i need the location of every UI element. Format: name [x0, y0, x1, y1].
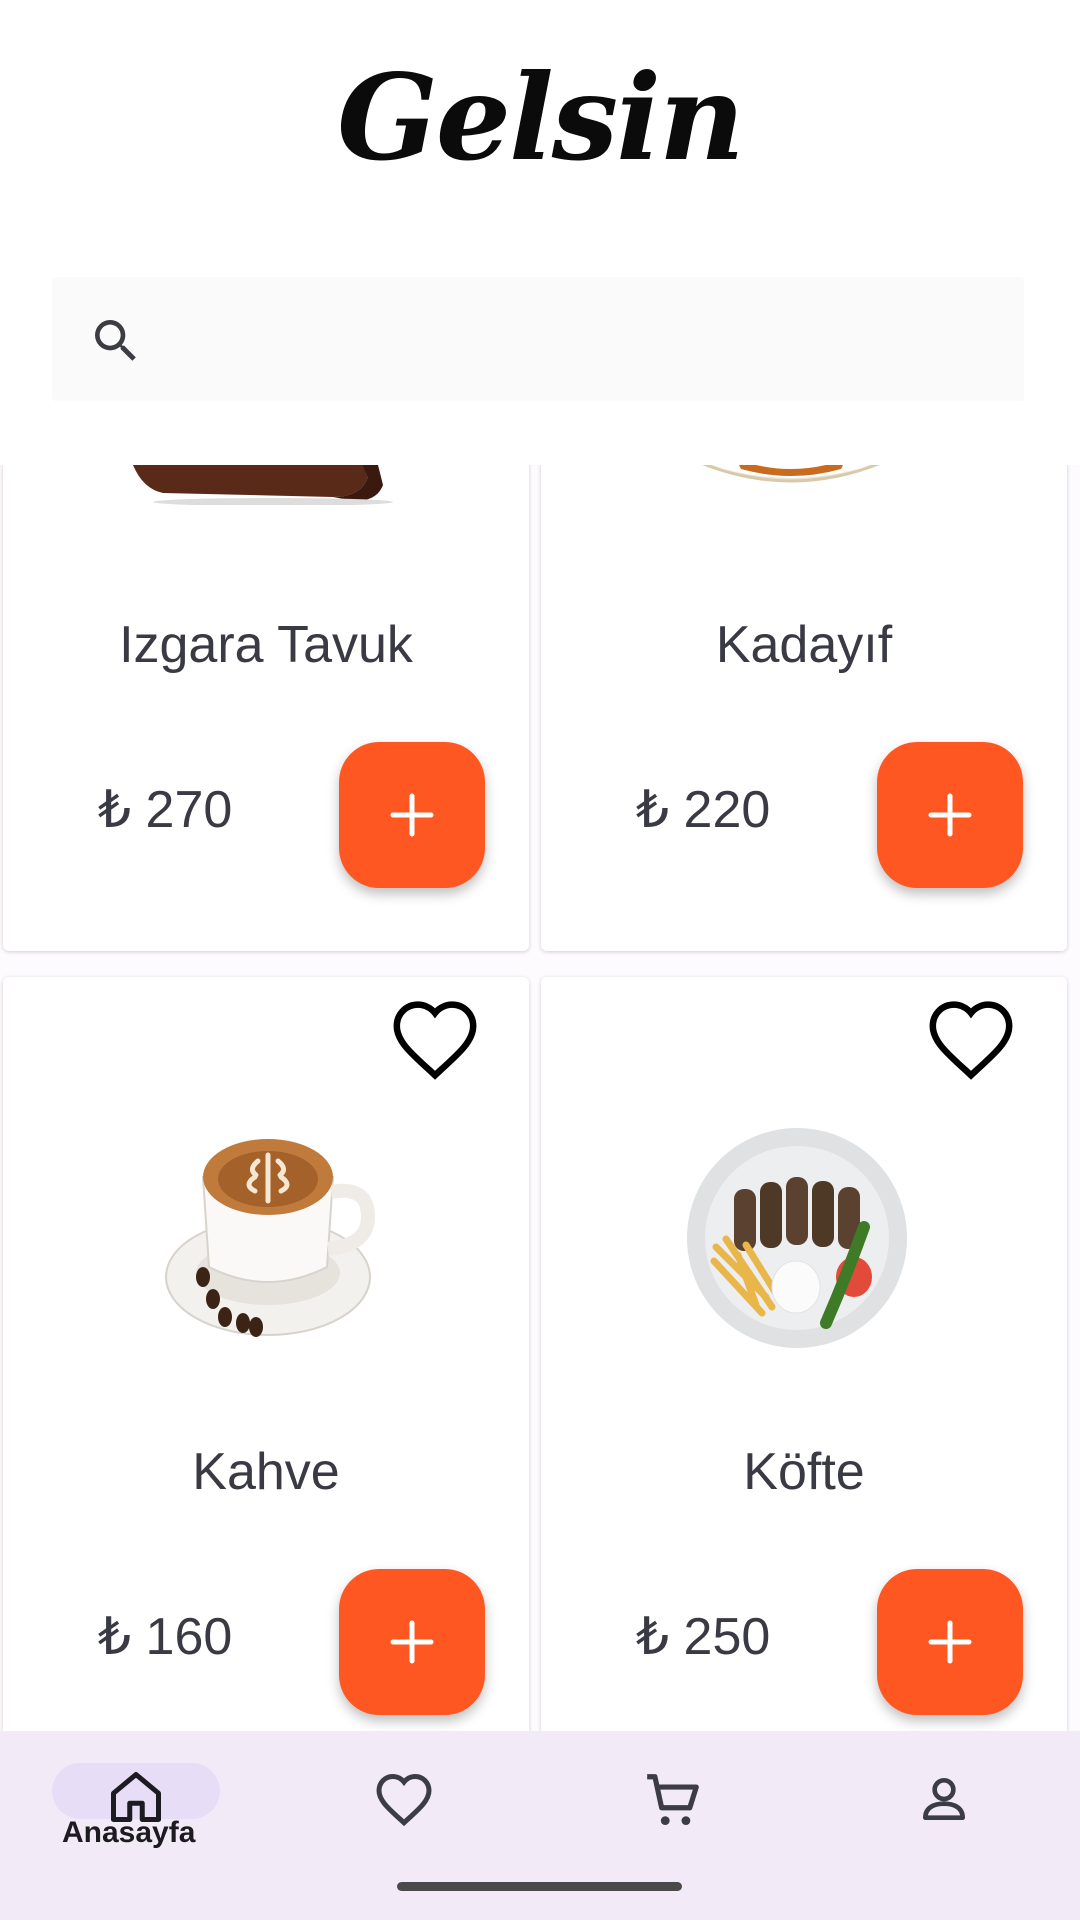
- product-price: ₺ 160: [98, 1608, 233, 1666]
- plus-icon: [928, 793, 972, 837]
- product-name: Kahve: [192, 1443, 340, 1501]
- plus-icon: [390, 793, 434, 837]
- product-card[interactable]: Kadayıf ₺ 220: [541, 465, 1067, 951]
- nav-item-profile[interactable]: [810, 1731, 1080, 1881]
- nav-item-home[interactable]: Anasayfa: [0, 1731, 270, 1881]
- product-card[interactable]: Izgara Tavuk ₺ 270: [3, 465, 529, 951]
- nav-item-favorites[interactable]: [270, 1731, 540, 1881]
- product-price: ₺ 220: [636, 781, 771, 839]
- cart-icon[interactable]: [642, 1769, 704, 1831]
- product-price: ₺ 250: [636, 1608, 771, 1666]
- nav-item-cart[interactable]: [540, 1731, 810, 1881]
- product-image: [165, 1139, 376, 1337]
- product-card[interactable]: Kahve ₺ 160: [3, 977, 529, 1731]
- app-header: Gelsin: [0, 0, 1080, 465]
- product-image: [687, 1128, 907, 1348]
- heart-icon[interactable]: [389, 997, 481, 1081]
- app-logo: Gelsin: [337, 48, 745, 187]
- profile-icon[interactable]: [916, 1771, 972, 1827]
- add-to-cart-button[interactable]: [877, 1569, 1023, 1715]
- product-image: [133, 465, 393, 505]
- product-grid: Izgara Tavuk ₺ 270 Kadayıf ₺ 220 Kahve ₺…: [0, 465, 1080, 1731]
- product-name: Köfte: [743, 1443, 865, 1501]
- heart-icon[interactable]: [374, 1771, 434, 1827]
- search-input[interactable]: [172, 307, 996, 373]
- product-name: Kadayıf: [715, 616, 893, 674]
- product-card[interactable]: Köfte ₺ 250: [541, 977, 1067, 1731]
- add-to-cart-button[interactable]: [339, 742, 485, 888]
- product-price: ₺ 270: [98, 781, 233, 839]
- search-bar[interactable]: [52, 277, 1024, 401]
- search-icon[interactable]: [88, 313, 144, 369]
- gesture-handle[interactable]: [397, 1882, 682, 1891]
- nav-label-home: Anasayfa: [62, 1816, 196, 1849]
- product-image: [702, 465, 880, 483]
- add-to-cart-button[interactable]: [339, 1569, 485, 1715]
- bottom-navigation: Anasayfa: [0, 1731, 1080, 1920]
- product-name: Izgara Tavuk: [119, 616, 413, 674]
- add-to-cart-button[interactable]: [877, 742, 1023, 888]
- plus-icon: [928, 1620, 972, 1664]
- plus-icon: [390, 1620, 434, 1664]
- heart-icon[interactable]: [925, 997, 1017, 1081]
